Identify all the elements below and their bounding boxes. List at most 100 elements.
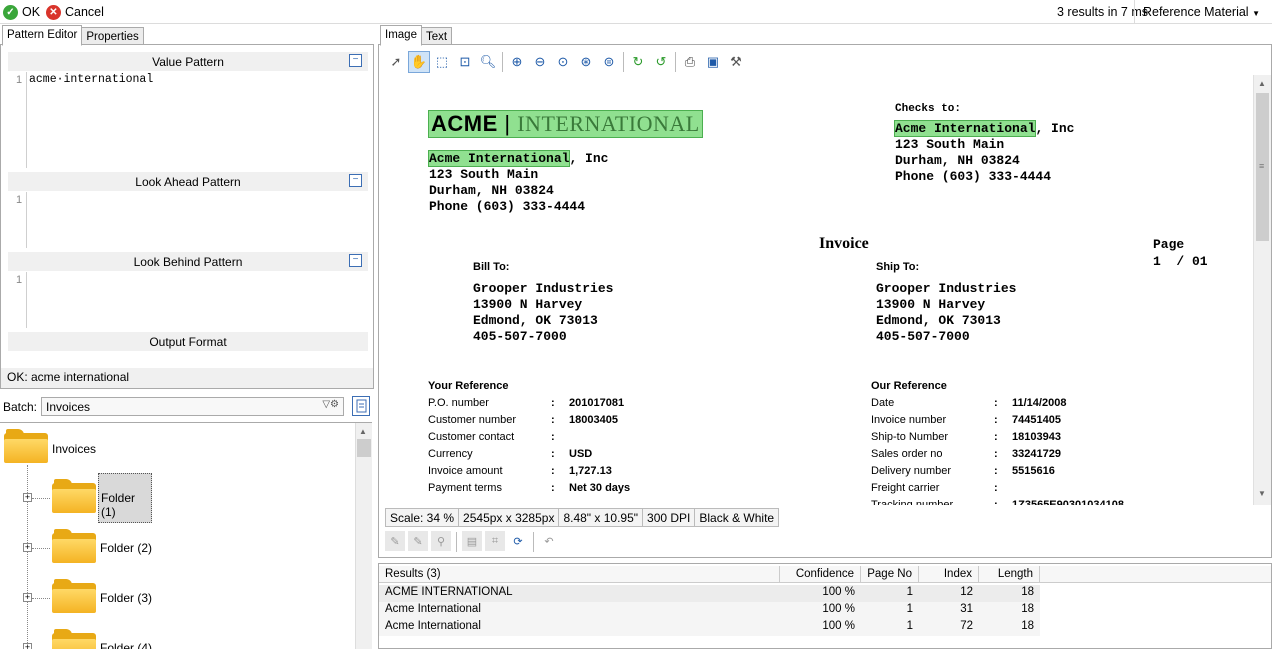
batch-select[interactable]: Invoices ▽⚙	[41, 397, 344, 416]
look-behind-input[interactable]	[29, 272, 359, 328]
left-tabs: Pattern Editor Properties	[2, 25, 144, 46]
value-pattern-input[interactable]: acme·international	[29, 73, 153, 86]
output-format-header[interactable]: Output Format	[8, 332, 368, 351]
batch-properties-button[interactable]	[352, 396, 370, 416]
ok-button[interactable]: ✓ OK	[3, 3, 40, 21]
undo-icon[interactable]: ↶	[539, 531, 559, 551]
ref-field-label: Delivery number	[871, 465, 952, 477]
ref-field-colon: :	[994, 448, 998, 460]
crop-icon[interactable]: ⌗	[485, 531, 505, 551]
pan-hand-icon[interactable]: ✋	[408, 51, 430, 73]
toolbar-separator	[533, 532, 534, 552]
col-confidence[interactable]: Confidence	[780, 566, 861, 583]
your-reference-title: Your Reference	[428, 380, 509, 392]
document-scrollbar[interactable]: ▲ ≡ ▼	[1253, 75, 1271, 505]
print-icon[interactable]: ⎙	[679, 51, 701, 73]
tab-pattern-editor[interactable]: Pattern Editor	[2, 25, 83, 46]
bill-to-address: Grooper Industries 13900 N Harvey Edmond…	[473, 281, 614, 344]
col-filler	[1040, 566, 1271, 583]
chart-icon[interactable]: ▤	[462, 531, 482, 551]
document-image[interactable]: ACME | INTERNATIONAL Acme International,…	[379, 75, 1253, 505]
scroll-thumb[interactable]: ≡	[1256, 93, 1269, 241]
collapse-look-behind-button[interactable]: −	[349, 254, 362, 267]
reference-material-dropdown[interactable]: Reference Material ▼	[1133, 0, 1272, 24]
tree-root-invoices[interactable]: Invoices	[52, 442, 96, 456]
select-region-icon[interactable]: ⬚	[431, 51, 453, 73]
scroll-thumb[interactable]	[357, 439, 371, 457]
collapse-value-pattern-button[interactable]: −	[349, 54, 362, 67]
rotate-right-icon[interactable]: ↻	[627, 51, 649, 73]
look-behind-header: Look Behind Pattern −	[8, 252, 368, 271]
ship-to-label: Ship To:	[876, 261, 920, 273]
rotate-left-icon[interactable]: ↺	[650, 51, 672, 73]
ref-field-value: 18103943	[1012, 431, 1061, 443]
chevron-down-icon: ▼	[1252, 9, 1260, 18]
expand-icon[interactable]: +	[23, 493, 32, 502]
zoom-out-icon[interactable]: ⊖	[529, 51, 551, 73]
edit-icon[interactable]: ✎	[385, 531, 405, 551]
tree-scrollbar[interactable]: ▲	[355, 423, 372, 649]
tree-item-folder-1[interactable]: Folder (1)	[98, 473, 152, 523]
scroll-down-icon[interactable]: ▼	[1258, 489, 1266, 498]
magnify-page-icon[interactable]: 🔍︎	[477, 51, 499, 73]
page-value: 1 / 01	[1153, 254, 1208, 269]
cancel-button[interactable]: ✕ Cancel	[46, 3, 104, 21]
table-cell: 100 %	[822, 603, 855, 615]
save-icon[interactable]: ▣	[702, 51, 724, 73]
ref-field-colon: :	[994, 431, 998, 443]
table-cell: 100 %	[822, 586, 855, 598]
expand-icon[interactable]: +	[23, 593, 32, 602]
secondary-toolbar: ✎ ✎ ⚲ ▤ ⌗ ⟳ ↶	[385, 531, 559, 552]
edit-all-icon[interactable]: ✎	[408, 531, 428, 551]
collapse-look-ahead-button[interactable]: −	[349, 174, 362, 187]
status-dpi: 300 DPI	[642, 508, 696, 527]
ref-field-value: USD	[569, 448, 593, 460]
stamp-icon[interactable]: ⚲	[431, 531, 451, 551]
ref-field-label: Invoice number	[871, 414, 947, 426]
ref-field-value: 33241729	[1012, 448, 1061, 460]
results-table: Results (3) Confidence Page No Index Len…	[378, 563, 1272, 649]
refresh-icon[interactable]: ⟳	[508, 531, 528, 551]
ref-field-colon: :	[994, 482, 998, 494]
pattern-editor-panel: Value Pattern − 1 acme·international Loo…	[0, 44, 374, 389]
scroll-up-icon[interactable]: ▲	[1258, 79, 1266, 88]
gutter-line	[26, 192, 27, 248]
ref-field-colon: :	[994, 397, 998, 409]
image-viewer-panel: ➚ ✋ ⬚ ⊡ 🔍︎ ⊕ ⊖ ⊙ ⊛ ⊜ ↻ ↺ ⎙ ▣ ⚒ ACME | IN…	[378, 44, 1272, 558]
invoice-title: Invoice	[819, 235, 869, 252]
acme-logo: ACME | INTERNATIONAL	[428, 110, 703, 138]
filter-icon: ▽⚙	[322, 399, 339, 410]
value-pattern-header: Value Pattern −	[8, 52, 368, 71]
ref-field-colon: :	[994, 414, 998, 426]
zoom-region-icon[interactable]: ⊡	[454, 51, 476, 73]
tree-item-folder-3[interactable]: Folder (3)	[100, 591, 152, 605]
status-inches: 8.48" x 10.95"	[558, 508, 644, 527]
scroll-up-icon[interactable]: ▲	[359, 427, 367, 436]
tree-item-folder-4[interactable]: Folder (4)	[100, 641, 152, 649]
ref-field-label: P.O. number	[428, 397, 489, 409]
look-ahead-header: Look Ahead Pattern −	[8, 172, 368, 191]
folder-icon	[52, 479, 96, 513]
zoom-actual-icon[interactable]: ⊙	[552, 51, 574, 73]
ref-field-colon: :	[994, 499, 998, 505]
col-page-no[interactable]: Page No	[861, 566, 919, 583]
zoom-width-icon[interactable]: ⊜	[598, 51, 620, 73]
status-scale: Scale: 34 %	[385, 508, 460, 527]
col-length[interactable]: Length	[979, 566, 1040, 583]
table-cell: 31	[960, 603, 973, 615]
col-results[interactable]: Results (3)	[379, 566, 780, 583]
expand-icon[interactable]: +	[23, 543, 32, 552]
expand-icon[interactable]: +	[23, 643, 32, 649]
zoom-in-icon[interactable]: ⊕	[506, 51, 528, 73]
zoom-fit-icon[interactable]: ⊛	[575, 51, 597, 73]
tree-item-folder-2[interactable]: Folder (2)	[100, 541, 152, 555]
bill-to-label: Bill To:	[473, 261, 510, 273]
ref-field-colon: :	[551, 465, 555, 477]
gutter-line	[26, 72, 27, 168]
col-index[interactable]: Index	[919, 566, 979, 583]
tools-icon[interactable]: ⚒	[725, 51, 747, 73]
tab-image[interactable]: Image	[380, 25, 422, 46]
table-cell: 100 %	[822, 620, 855, 632]
look-ahead-input[interactable]	[29, 192, 359, 248]
pointer-icon[interactable]: ➚	[385, 51, 407, 73]
